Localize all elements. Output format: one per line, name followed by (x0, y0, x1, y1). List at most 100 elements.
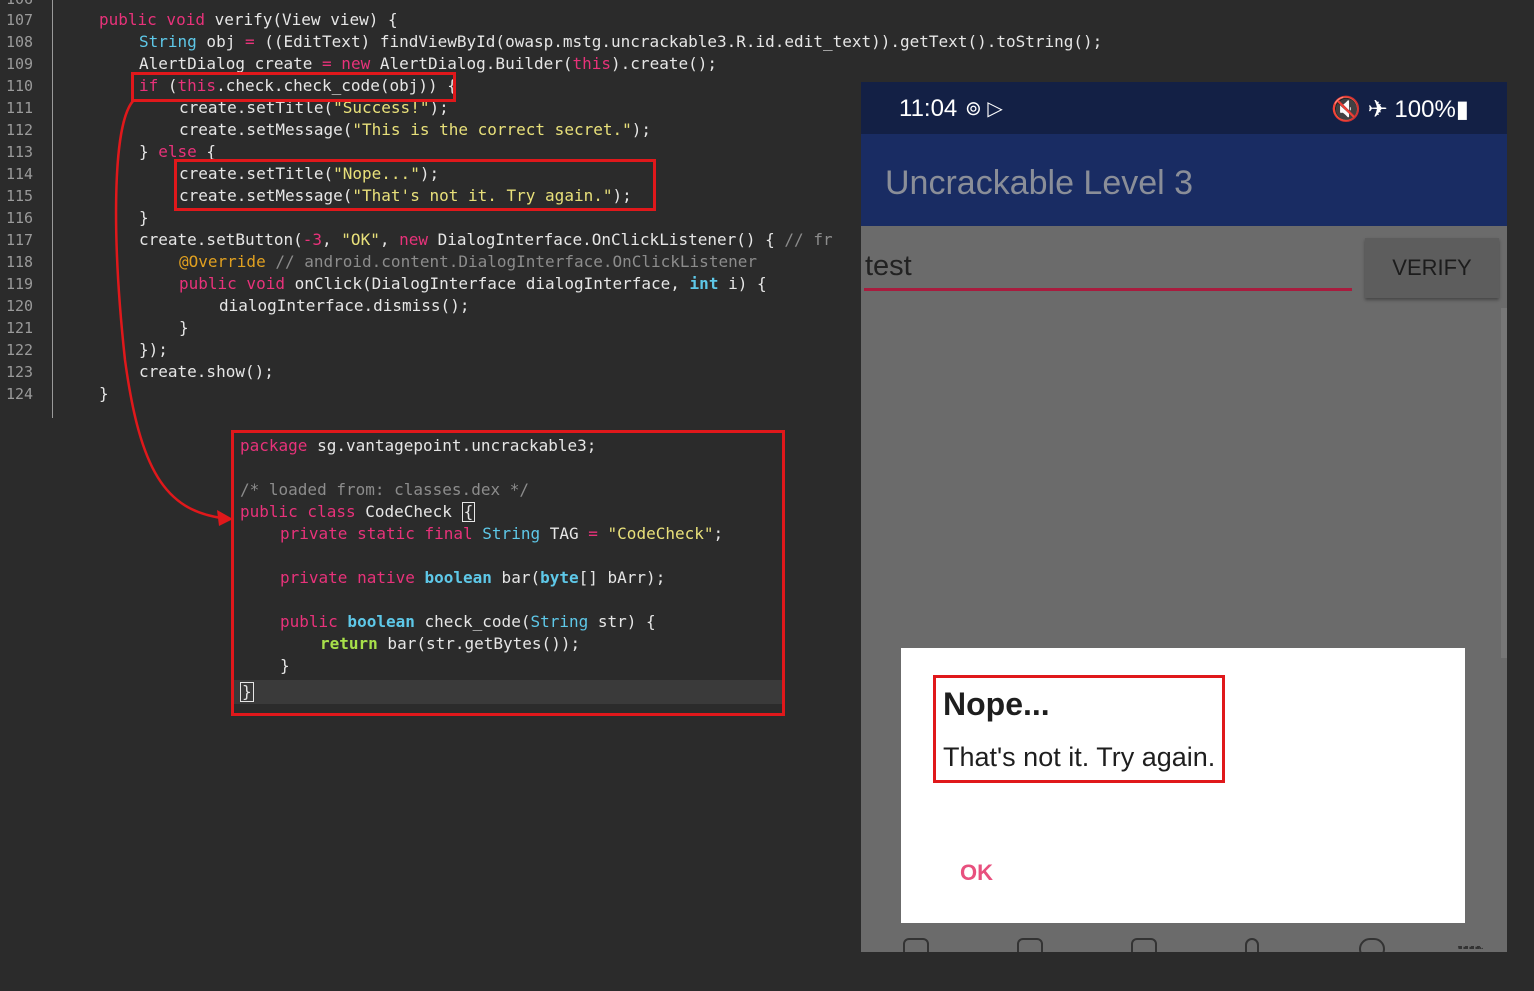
code-token: onClick(DialogInterface dialogInterface, (284, 274, 690, 293)
alert-dialog: Nope... That's not it. Try again. OK (901, 648, 1465, 923)
keyboard-icon[interactable] (1131, 938, 1157, 952)
code-token: public void (99, 10, 205, 29)
code-token: dialogInterface.dismiss(); (219, 296, 470, 315)
code-token: int (689, 274, 719, 293)
line-number: 115 (6, 187, 34, 205)
code-token: i) { (718, 274, 767, 293)
more-icon[interactable] (1457, 946, 1483, 950)
line-number: 107 (6, 11, 34, 29)
code-line: } (280, 655, 290, 677)
status-bar: 11:04 ⊚ ▷ 🔇 ✈ 100%▮ (861, 82, 1507, 134)
code-token: ; (713, 524, 724, 543)
status-app-icons: ⊚ ▷ (965, 98, 1003, 120)
code-token: boolean (414, 568, 492, 587)
line-number: 119 (6, 275, 34, 293)
brace-match: { (461, 502, 476, 522)
code-line: public class CodeCheck { (240, 501, 476, 523)
code-token: create.setMessage( (179, 120, 353, 139)
code-line: private static final String TAG = "CodeC… (280, 523, 723, 545)
code-token: = (322, 54, 332, 73)
code-token: "This is the correct secret." (352, 120, 632, 139)
code-line: public boolean check_code(String str) { (280, 611, 656, 633)
code-token: , (322, 230, 342, 249)
line-number: 123 (6, 363, 34, 381)
code-line: } (240, 681, 254, 703)
code-token: public void (179, 274, 285, 293)
code-token: } (99, 384, 109, 403)
code-token: new (399, 230, 428, 249)
phone-screen: 11:04 ⊚ ▷ 🔇 ✈ 100%▮ Uncrackable Level 3 … (861, 82, 1507, 952)
code-token: byte (540, 568, 579, 587)
highlight-nope-branch (174, 159, 656, 211)
line-number: 116 (6, 209, 34, 227)
code-token: bar(str.getBytes()); (377, 634, 581, 653)
code-token: public class (240, 502, 356, 521)
app-bar: Uncrackable Level 3 (861, 134, 1507, 226)
code-token: TAG (540, 524, 589, 543)
line-number: 112 (6, 121, 34, 139)
secret-input[interactable]: test (865, 250, 912, 283)
line-number: 108 (6, 33, 34, 51)
code-token: -3 (302, 230, 323, 249)
code-token: create.setButton( (139, 230, 303, 249)
code-token: // android.content.DialogInterface.OnCli… (265, 252, 757, 271)
code-token: = (244, 32, 255, 51)
brace-match: } (240, 682, 254, 702)
code-token: CodeCheck (355, 502, 462, 521)
code-token: String (472, 524, 541, 543)
code-token: "CodeCheck" (597, 524, 714, 543)
clipboard-icon[interactable] (1017, 938, 1043, 952)
code-token: this (572, 54, 612, 73)
code-token: ((EditText) findViewById(owasp.mstg.uncr… (254, 32, 1103, 51)
code-token: }); (139, 340, 168, 359)
code-token: public (280, 612, 338, 631)
code-token: } (179, 318, 189, 337)
line-number: 120 (6, 297, 34, 315)
code-token: } (280, 656, 290, 675)
codecheck-source-box: package sg.vantagepoint.uncrackable3; /*… (231, 430, 785, 716)
code-token: ); (631, 120, 652, 139)
code-token: private static final (280, 524, 473, 543)
emoji-icon[interactable] (903, 938, 929, 952)
code-token: AlertDialog create (139, 54, 323, 73)
code-line: private native boolean bar(byte[] bArr); (280, 567, 665, 589)
app-title: Uncrackable Level 3 (885, 164, 1194, 202)
line-number: 124 (6, 385, 34, 403)
code-line: /* loaded from: classes.dex */ (240, 479, 529, 501)
code-token: "OK" (341, 230, 380, 249)
input-underline (864, 288, 1352, 291)
line-number: 117 (6, 231, 34, 249)
line-number: 111 (6, 99, 34, 117)
code-token: check_code( (414, 612, 531, 631)
status-battery: 🔇 ✈ 100%▮ (1331, 96, 1469, 123)
mic-icon[interactable] (1245, 938, 1259, 952)
code-token: AlertDialog.Builder( (370, 54, 573, 73)
code-token: // fr (784, 230, 833, 249)
code-token: ).create(); (611, 54, 717, 73)
ok-button[interactable]: OK (960, 860, 993, 886)
line-number: 114 (6, 165, 34, 183)
code-token: } (139, 142, 159, 161)
code-token: package (240, 436, 308, 455)
code-token: sg.vantagepoint.uncrackable3; (307, 436, 597, 455)
code-token: = (588, 524, 598, 543)
code-token: private native (280, 568, 415, 587)
code-token: verify(View view) { (204, 10, 398, 29)
verify-button[interactable]: VERIFY (1365, 238, 1499, 298)
code-token: , (379, 230, 400, 249)
dialog-title: Nope... (943, 686, 1050, 722)
code-token: DialogInterface.OnClickListener() { (428, 230, 785, 249)
code-token: String (530, 612, 589, 631)
status-time: 11:04 (899, 95, 958, 122)
code-token: boolean (337, 612, 415, 631)
bottom-toolbar (861, 934, 1507, 952)
line-number: 121 (6, 319, 34, 337)
code-token: return (320, 634, 378, 653)
code-token: create.show(); (139, 362, 274, 381)
scroll-edge (1501, 308, 1507, 658)
code-token: str) { (588, 612, 656, 631)
settings-icon[interactable] (1359, 938, 1385, 952)
code-token: @Override (179, 252, 266, 271)
line-number: 110 (6, 77, 34, 95)
code-token: new (331, 54, 371, 73)
